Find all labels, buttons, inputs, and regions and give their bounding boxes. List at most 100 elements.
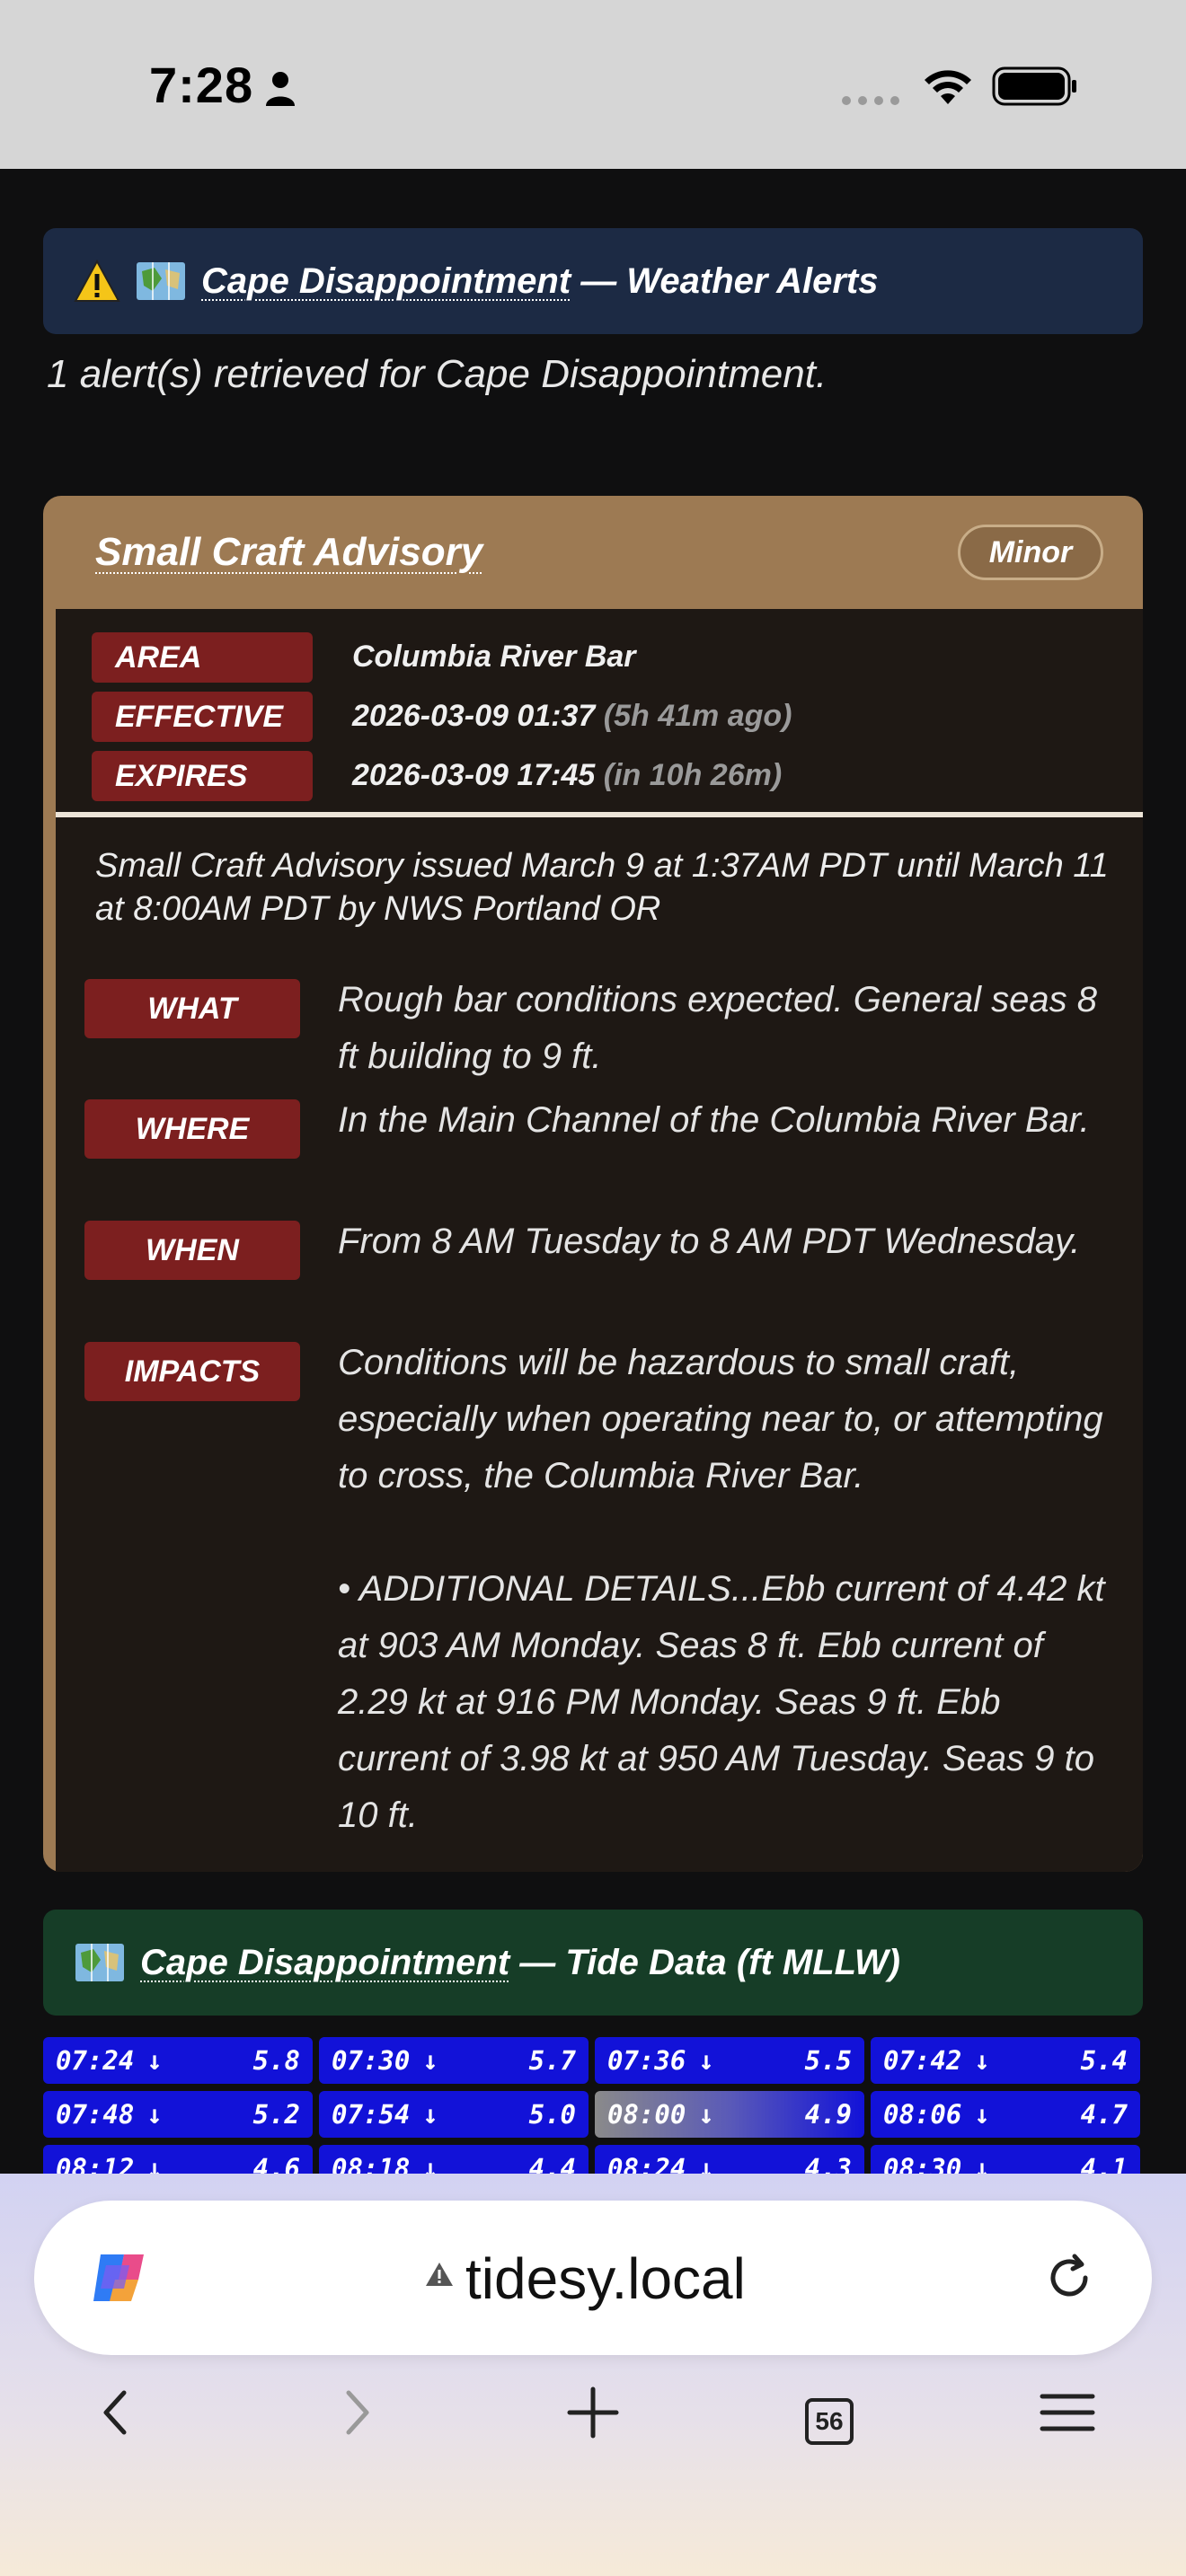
tide-direction: ↓ [974, 2153, 990, 2174]
tide-location-link[interactable]: Cape Disappointment [140, 1943, 509, 1983]
severity-badge: Minor [958, 525, 1103, 580]
tide-header: Cape Disappointment — Tide Data (ft MLLW… [43, 1910, 1143, 2016]
tide-height: 4.7 [1080, 2099, 1128, 2130]
impacts-text: Conditions will be hazardous to small cr… [338, 1343, 1103, 1495]
tide-height: 5.4 [1080, 2045, 1128, 2076]
tide-time: 08:30 [883, 2153, 962, 2174]
map-icon [75, 1944, 124, 1981]
where-label: WHERE [84, 1099, 300, 1159]
expires-datetime: 2026-03-09 17:45 [352, 758, 596, 792]
signal-dots-icon [842, 96, 899, 105]
area-value: Columbia River Bar [352, 640, 636, 674]
tide-direction: ↓ [146, 2099, 163, 2130]
tide-direction: ↓ [422, 2153, 438, 2174]
status-time: 7:28 [149, 57, 254, 113]
address-bar[interactable]: tidesy.local [34, 2201, 1152, 2355]
browser-toolbar: tidesy.local [0, 2174, 1186, 2576]
url-text[interactable]: tidesy.local [465, 2245, 746, 2312]
tide-direction: ↓ [698, 2153, 714, 2174]
copilot-icon[interactable] [88, 2249, 151, 2307]
alerts-header-suffix: — Weather Alerts [571, 260, 879, 301]
new-tab-icon[interactable] [557, 2377, 629, 2448]
tide-cell: 07:30 ↓ 5.7 [319, 2037, 589, 2084]
tide-cell: 08:24 ↓ 4.3 [595, 2145, 864, 2174]
tide-cell: 07:36 ↓ 5.5 [595, 2037, 864, 2084]
tide-height: 4.3 [804, 2153, 852, 2174]
effective-value: 2026-03-09 01:37 (5h 41m ago) [352, 699, 792, 734]
tide-time: 08:24 [607, 2153, 686, 2174]
divider [56, 812, 1143, 817]
alerts-header: Cape Disappointment — Weather Alerts [43, 228, 1143, 334]
tide-cell: 08:00 ↓ 4.9 [595, 2091, 864, 2138]
tide-cell: 08:12 ↓ 4.6 [43, 2145, 313, 2174]
tide-time: 07:30 [332, 2045, 411, 2076]
meta-row-area: AREA Columbia River Bar [92, 632, 1098, 683]
effective-relative: (5h 41m ago) [603, 699, 792, 733]
status-bar: 7:28 [0, 0, 1186, 169]
wifi-icon [925, 70, 971, 104]
screen: 7:28 Cape Disappointment — Weather Alert… [0, 0, 1186, 2576]
tide-cell: 08:06 ↓ 4.7 [871, 2091, 1140, 2138]
tide-time: 08:00 [607, 2099, 686, 2130]
tide-direction: ↓ [974, 2045, 990, 2076]
what-label: WHAT [84, 979, 300, 1038]
expires-label: EXPIRES [92, 751, 313, 801]
tide-cell: 07:24 ↓ 5.8 [43, 2037, 313, 2084]
page-content: Cape Disappointment — Weather Alerts 1 a… [0, 169, 1186, 2174]
forward-icon[interactable] [320, 2377, 392, 2448]
tide-height: 4.1 [1080, 2153, 1128, 2174]
when-text: From 8 AM Tuesday to 8 AM PDT Wednesday. [338, 1222, 1081, 1261]
impacts-label: IMPACTS [84, 1342, 300, 1401]
tide-height: 5.8 [252, 2045, 300, 2076]
tide-direction: ↓ [146, 2153, 163, 2174]
tide-direction: ↓ [974, 2099, 990, 2130]
tide-height: 5.0 [528, 2099, 576, 2130]
tide-time: 07:54 [332, 2099, 411, 2130]
tab-count-button[interactable]: 56 [805, 2398, 854, 2445]
tide-direction: ↓ [698, 2045, 714, 2076]
tide-height: 5.2 [252, 2099, 300, 2130]
alert-card: Small Craft Advisory Minor AREA Columbia… [43, 496, 1143, 1872]
tide-cell: 08:18 ↓ 4.4 [319, 2145, 589, 2174]
tide-direction: ↓ [146, 2045, 163, 2076]
person-icon [266, 72, 295, 106]
alert-description: Small Craft Advisory issued March 9 at 1… [95, 847, 1109, 928]
alerts-location-link[interactable]: Cape Disappointment [201, 261, 571, 302]
tide-time: 08:12 [56, 2153, 135, 2174]
tide-cell: 07:42 ↓ 5.4 [871, 2037, 1140, 2084]
back-icon[interactable] [81, 2377, 153, 2448]
tide-time: 07:24 [56, 2045, 135, 2076]
tide-time: 08:18 [332, 2153, 411, 2174]
meta-row-expires: EXPIRES 2026-03-09 17:45 (in 10h 26m) [92, 751, 1098, 801]
warning-icon [426, 2263, 453, 2286]
tide-height: 4.4 [528, 2153, 576, 2174]
when-label: WHEN [84, 1221, 300, 1280]
tide-height: 5.7 [528, 2045, 576, 2076]
tide-height: 4.6 [252, 2153, 300, 2174]
tide-time: 07:48 [56, 2099, 135, 2130]
tide-cell: 08:30 ↓ 4.1 [871, 2145, 1140, 2174]
alert-title-link[interactable]: Small Craft Advisory [95, 530, 482, 575]
tide-height: 4.9 [804, 2099, 852, 2130]
tide-direction: ↓ [422, 2045, 438, 2076]
tide-cell: 07:48 ↓ 5.2 [43, 2091, 313, 2138]
what-text: Rough bar conditions expected. General s… [338, 980, 1097, 1076]
alert-body: AREA Columbia River Bar EFFECTIVE 2026-0… [56, 609, 1143, 1872]
area-label: AREA [92, 632, 313, 683]
effective-datetime: 2026-03-09 01:37 [352, 699, 596, 733]
menu-icon[interactable] [1031, 2377, 1103, 2448]
tide-height: 5.5 [804, 2045, 852, 2076]
tide-time: 07:42 [883, 2045, 962, 2076]
tide-time: 07:36 [607, 2045, 686, 2076]
additional-details-text: • ADDITIONAL DETAILS...Ebb current of 4.… [338, 1569, 1105, 1835]
map-icon [137, 262, 185, 300]
warning-icon [74, 259, 120, 302]
tide-time: 08:06 [883, 2099, 962, 2130]
expires-relative: (in 10h 26m) [603, 758, 783, 792]
where-text: In the Main Channel of the Columbia Rive… [338, 1100, 1090, 1140]
tide-direction: ↓ [422, 2099, 438, 2130]
expires-value: 2026-03-09 17:45 (in 10h 26m) [352, 758, 782, 793]
battery-icon [992, 66, 1076, 106]
reload-icon[interactable] [1042, 2251, 1096, 2305]
tide-direction: ↓ [698, 2099, 714, 2130]
